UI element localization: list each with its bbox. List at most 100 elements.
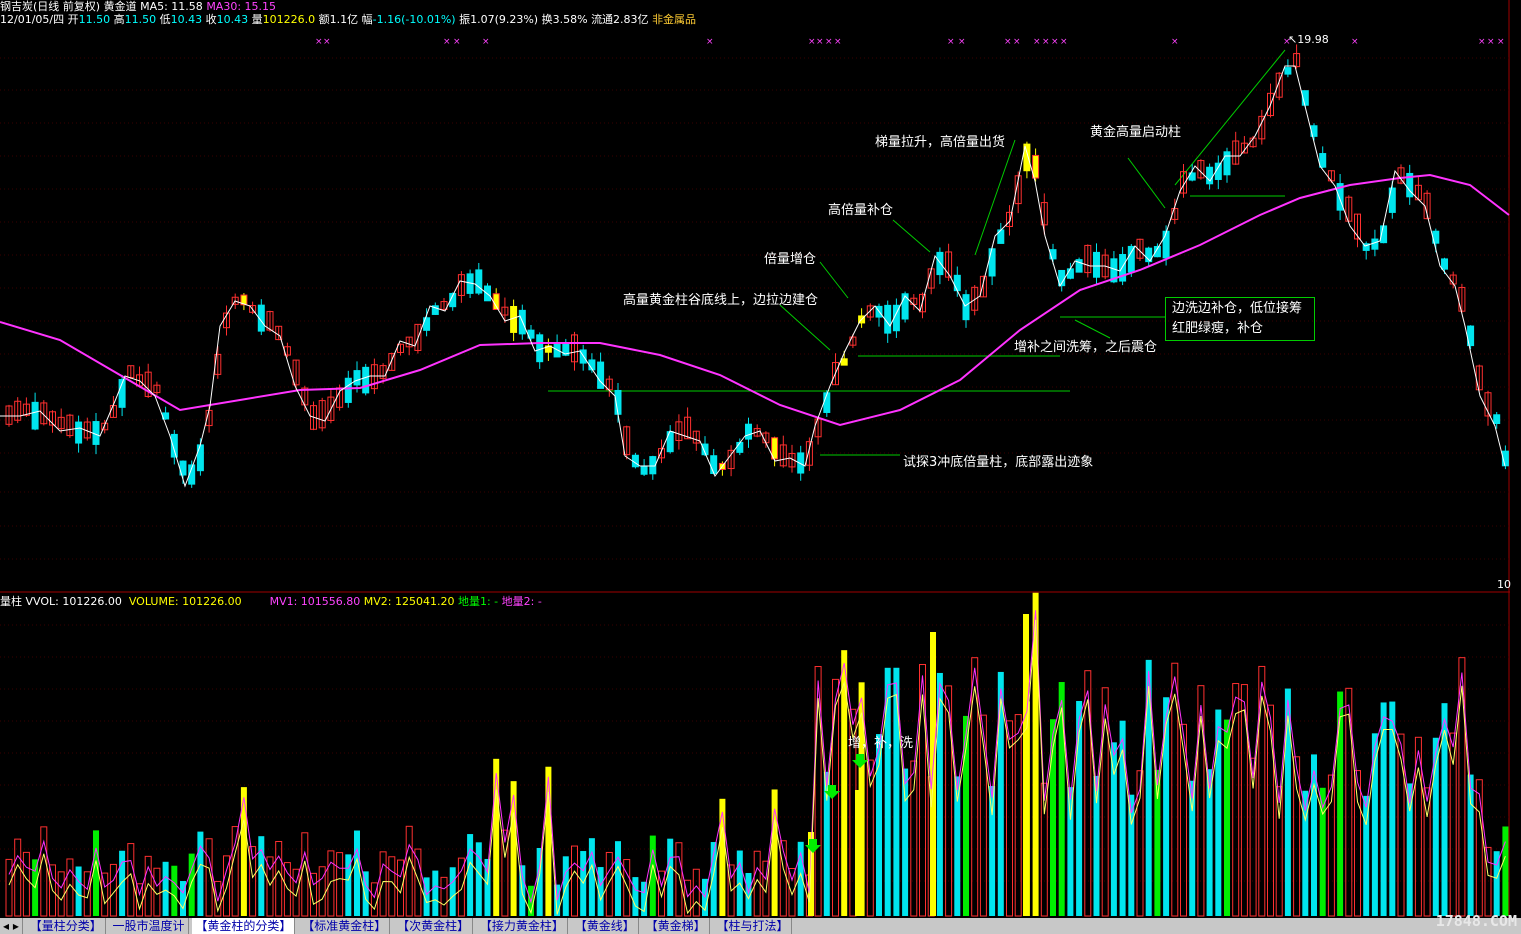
volume-bar-up — [379, 851, 387, 917]
volume-bar — [1093, 775, 1100, 916]
mv2-line — [8, 619, 1506, 915]
volume-bar-up — [1475, 779, 1483, 917]
tab-3[interactable]: 【标准黄金柱】 — [299, 918, 391, 934]
volume-bar-up — [1354, 770, 1361, 917]
volume-bar — [432, 870, 439, 916]
volume-bar — [632, 877, 639, 916]
volume-bar — [841, 650, 848, 916]
volume-title: 量柱 — [0, 595, 22, 608]
signal-mark: × — [315, 37, 323, 47]
candle-down — [640, 465, 648, 475]
annotation-box-line2: 红肥绿瘦，补仓 — [1172, 321, 1264, 336]
tab-6[interactable]: 【黄金线】 — [572, 918, 639, 934]
signal-mark: × — [1487, 37, 1495, 47]
annotation-arrow — [779, 304, 831, 351]
volume-bar-up — [788, 867, 796, 917]
candle-down — [196, 444, 204, 472]
volume-bar — [1441, 703, 1448, 916]
annotation-arrow — [819, 261, 849, 299]
volume-bar-up — [275, 841, 283, 917]
volume-bar-up — [283, 862, 291, 917]
volume-bar-up — [1014, 714, 1022, 917]
volume-bar-up — [971, 657, 979, 917]
volume-bar-up — [388, 856, 396, 917]
volume-bar — [119, 850, 126, 916]
candle-down — [353, 370, 361, 386]
signal-mark: × — [1013, 37, 1021, 47]
candle-down — [710, 455, 718, 475]
volume-bar — [354, 830, 360, 916]
signal-mark: × — [706, 37, 714, 47]
tab-0[interactable]: 【量柱分类】 — [27, 918, 106, 934]
kline-chart[interactable]: × × × × × × × × × × × × × × × × × × × × × × × × — [0, 0, 1521, 918]
signal-mark: × — [1004, 37, 1012, 47]
signal-mark: × — [1497, 37, 1505, 47]
volume-bar — [667, 838, 674, 916]
candle-down — [1223, 151, 1231, 176]
grid-lines — [0, 0, 1510, 918]
dl1-value: 地量1: - — [457, 595, 499, 608]
signal-mark: × — [825, 37, 833, 47]
candle-down — [31, 401, 39, 430]
volume-bar-gold — [1023, 614, 1029, 916]
volume-bar-gold — [930, 632, 936, 916]
signal-mark: × — [453, 37, 461, 47]
signal-mark: × — [1033, 37, 1041, 47]
volume-value: VOLUME: 101226.00 — [128, 595, 242, 608]
volume-bar-up — [1327, 774, 1335, 917]
volume-bar-up — [832, 678, 839, 917]
mv2-value: MV2: 125041.20 — [363, 595, 455, 608]
candle-down — [170, 433, 178, 458]
volume-bar-up — [623, 859, 631, 917]
vvol-value: VVOL: 101226.00 — [25, 595, 122, 608]
signal-mark: × — [816, 37, 824, 47]
candle-down — [1093, 251, 1100, 278]
volume-bar — [510, 781, 517, 916]
candle-down — [1206, 166, 1214, 185]
tab-2[interactable]: 【黄金柱的分类】 — [192, 918, 296, 934]
axis-tick: 10 — [1497, 578, 1511, 591]
tab-7[interactable]: 【黄金梯】 — [643, 918, 710, 934]
volume-bar — [162, 861, 169, 916]
candle-down — [1441, 258, 1448, 270]
candle-down — [1319, 153, 1327, 168]
volume-bar-up — [14, 838, 22, 917]
signal-mark: × — [808, 37, 816, 47]
tab-4[interactable]: 【次黄金柱】 — [394, 918, 474, 934]
candle-down — [962, 294, 970, 321]
tab-5[interactable]: 【接力黄金柱】 — [477, 918, 568, 934]
watermark: 17848.COM — [1435, 912, 1517, 930]
volume-bar — [1363, 795, 1370, 916]
candle-down — [597, 361, 605, 389]
signal-mark: × — [482, 37, 490, 47]
volume-bar-up — [605, 851, 613, 917]
signal-mark: × — [1051, 37, 1059, 47]
candle-gold — [510, 305, 518, 333]
tab-1[interactable]: 一股市温度计 — [110, 918, 189, 934]
high-marker: ↖19.98 — [1288, 33, 1329, 46]
candle-down — [884, 304, 892, 334]
volume-bar — [1502, 826, 1509, 916]
signal-mark: × — [834, 37, 842, 47]
volume-bar-up — [231, 826, 239, 917]
volume-bar-up — [457, 857, 465, 917]
tab-scroll-left[interactable]: ◂ ▸ — [0, 918, 23, 934]
annotation-ladder: 梯量拉升，高倍量出货 — [875, 135, 1006, 150]
tab-8[interactable]: 【柱与打法】 — [713, 918, 793, 934]
volume-bar-up — [1275, 786, 1283, 917]
candle-down — [1127, 245, 1135, 273]
candle-down — [953, 274, 961, 292]
volume-bar — [449, 867, 456, 916]
signal-mark: × — [443, 37, 451, 47]
volume-bar — [719, 798, 726, 916]
signal-mark: × — [323, 37, 331, 47]
candle-down — [745, 423, 752, 440]
high-marker-value: 19.98 — [1297, 33, 1329, 46]
annotation-test-bottom: 试探3冲底倍量柱，底部露出迹象 — [903, 455, 1094, 470]
volume-bar-up — [1006, 720, 1013, 917]
mv1-value: MV1: 101556.80 — [269, 595, 361, 608]
candle-down — [936, 251, 944, 276]
candle-down — [475, 269, 483, 294]
annotation-volume: 增，补，洗 — [848, 736, 914, 751]
candle-down — [736, 441, 744, 453]
